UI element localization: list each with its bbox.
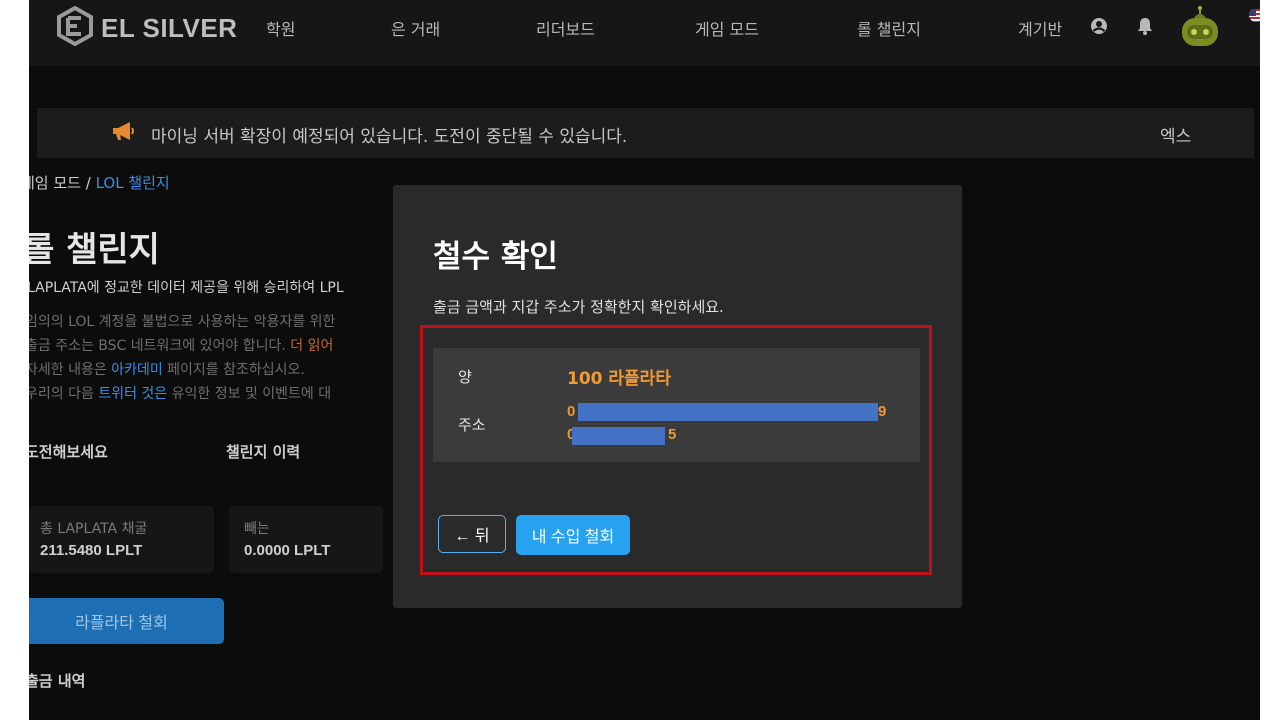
breadcrumb-current[interactable]: LOL 챌린지 bbox=[96, 174, 170, 192]
modal-title: 철수 확인 bbox=[433, 239, 558, 275]
withdraw-laplata-button[interactable]: 라플라타 철회 bbox=[29, 598, 224, 644]
info-line-3-text-b: 페이지를 참조하십시오. bbox=[167, 362, 305, 378]
modal-description: 출금 금액과 지갑 주소가 정확한지 확인하세요. bbox=[433, 298, 724, 316]
breadcrumb: 게임 모드 / LOL 챌린지 bbox=[29, 172, 170, 193]
notification-bell-icon[interactable] bbox=[1137, 17, 1153, 39]
highlight-box bbox=[420, 325, 932, 575]
nav-game-mode[interactable]: 게임 모드 bbox=[695, 16, 759, 40]
account-icon[interactable] bbox=[1090, 17, 1108, 39]
info-line-1: 임의의 LOL 계정을 불법으로 사용하는 악용자를 위한 bbox=[29, 314, 336, 330]
info-line-4-text-a: 우리의 다음 bbox=[29, 386, 94, 402]
info-line-4: 우리의 다음 트위터 것은 유익한 정보 및 이벤트에 대 bbox=[29, 383, 331, 403]
nav-dashboard[interactable]: 계기반 bbox=[1018, 16, 1062, 40]
withdrawal-confirm-modal: 철수 확인 출금 금액과 지갑 주소가 정확한지 확인하세요. 양 100 라플… bbox=[393, 185, 962, 608]
page-intro: LAPLATA에 정교한 데이터 제공을 위해 승리하여 LPL bbox=[29, 280, 344, 296]
nav-silver-trade[interactable]: 은 거래 bbox=[391, 16, 440, 40]
stat-label: 빼는 bbox=[244, 521, 270, 537]
brand-logo[interactable]: EL SILVER bbox=[55, 5, 238, 50]
breadcrumb-parent[interactable]: 게임 모드 bbox=[29, 174, 81, 192]
language-flag-icon[interactable] bbox=[1249, 8, 1260, 22]
info-line-3-text-a: 자세한 내용은 bbox=[29, 362, 107, 378]
info-line-2-text: 출금 주소는 BSC 네트워크에 있어야 합니다. bbox=[29, 338, 286, 354]
logo-mark-icon bbox=[55, 5, 95, 50]
academy-link[interactable]: 아카데미 bbox=[111, 362, 163, 378]
info-line-4-text-b: 유익한 정보 및 이벤트에 대 bbox=[171, 386, 332, 402]
stat-card-withdrawn: 빼는 0.0000 LPLT bbox=[229, 506, 383, 573]
stat-value: 211.5480 LPLT bbox=[40, 542, 143, 559]
tab-challenge-history[interactable]: 챌린지 이력 bbox=[226, 441, 300, 462]
page-title: 롤 챌린지 bbox=[29, 230, 160, 270]
stat-card-total-mined: 총 LAPLATA 채굴 211.5480 LPLT bbox=[29, 506, 214, 573]
brand-name: EL SILVER bbox=[101, 12, 238, 43]
megaphone-icon bbox=[111, 120, 135, 146]
announcement-text: 마이닝 서버 확장이 예정되어 있습니다. 도전이 중단될 수 있습니다. bbox=[151, 127, 628, 147]
announcement-close-button[interactable]: 엑스 bbox=[1160, 122, 1191, 147]
info-line-2: 출금 주소는 BSC 네트워크에 있어야 합니다. 더 읽어 bbox=[29, 335, 333, 355]
info-line-3: 자세한 내용은 아카데미 페이지를 참조하십시오. bbox=[29, 359, 305, 379]
stat-value: 0.0000 LPLT bbox=[244, 542, 331, 559]
read-more-link[interactable]: 더 읽어 bbox=[290, 338, 333, 354]
user-avatar[interactable] bbox=[1177, 5, 1223, 51]
nav-leaderboard[interactable]: 리더보드 bbox=[536, 16, 595, 40]
stat-label: 총 LAPLATA 채굴 bbox=[40, 521, 148, 537]
nav-lol-challenge[interactable]: 롤 챌린지 bbox=[857, 16, 921, 40]
breadcrumb-separator: / bbox=[80, 174, 96, 192]
tab-challenge[interactable]: 도전해보세요 bbox=[29, 441, 108, 462]
nav-academy[interactable]: 학원 bbox=[266, 16, 295, 40]
app-window: EL SILVER 학원 은 거래 리더보드 게임 모드 롤 챌린지 계기반 마… bbox=[29, 0, 1260, 720]
announcement-bar: 마이닝 서버 확장이 예정되어 있습니다. 도전이 중단될 수 있습니다. 엑스 bbox=[37, 108, 1254, 158]
twitter-link[interactable]: 트위터 것은 bbox=[98, 386, 167, 402]
top-navbar: EL SILVER 학원 은 거래 리더보드 게임 모드 롤 챌린지 계기반 bbox=[29, 0, 1260, 66]
withdrawal-history-title: 출금 내역 bbox=[29, 672, 86, 690]
